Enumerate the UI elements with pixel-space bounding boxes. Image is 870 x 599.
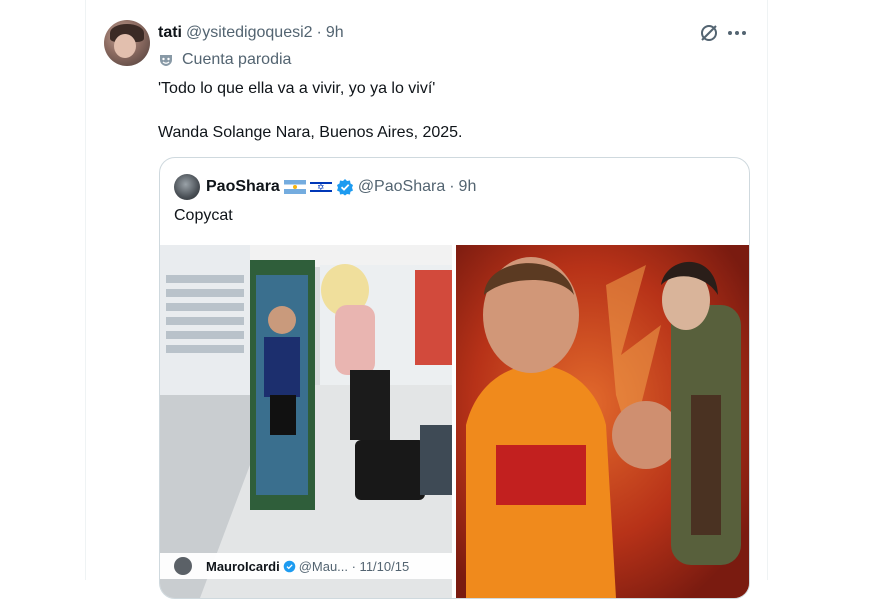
timeline-right-border [767, 0, 768, 580]
verified-badge-icon [336, 179, 353, 196]
parody-mask-icon [160, 55, 172, 66]
tweet-text: 'Todo lo que ella va a vivir, yo ya lo v… [158, 78, 463, 144]
quoted-tweet-text: Copycat [174, 207, 233, 224]
caption-name: MauroIcardi [206, 558, 280, 574]
caption-handle-date: @Mau... · 11/10/15 [298, 558, 410, 574]
media-photo-poster[interactable] [456, 245, 749, 598]
quoted-media-grid: MauroIcardi @Mau... · 11/10/15 [160, 245, 749, 598]
quoted-author-display-name[interactable]: PaoShara [206, 178, 280, 196]
tweet-text-line-1: 'Todo lo que ella va a vivir, yo ya lo v… [158, 80, 436, 97]
quoted-author-avatar[interactable] [174, 174, 200, 200]
tweet-timestamp[interactable]: 9h [326, 24, 344, 42]
author-display-name[interactable]: tati [158, 24, 182, 42]
quoted-author-handle[interactable]: @PaoShara [358, 178, 445, 196]
caption-avatar [174, 557, 192, 575]
tweet-header: tati @ysitedigoquesi2 · 9h [158, 22, 344, 44]
quoted-timestamp[interactable]: 9h [459, 178, 477, 196]
more-options-icon[interactable] [726, 22, 748, 44]
media-caption-bar: MauroIcardi @Mau... · 11/10/15 [160, 553, 452, 579]
quoted-separator-dot: · [449, 178, 455, 195]
author-avatar[interactable] [104, 20, 150, 66]
tweet-text-line-2: Wanda Solange Nara, Buenos Aires, 2025. [158, 124, 463, 141]
author-handle[interactable]: @ysitedigoquesi2 [186, 24, 313, 42]
quoted-tweet[interactable]: PaoShara ✡ @PaoShara · 9h Copycat MauroI… [159, 157, 750, 599]
tweet-card[interactable]: tati @ysitedigoquesi2 · 9h Cuenta parodi… [86, 0, 767, 599]
grok-icon[interactable] [698, 22, 720, 44]
parody-label: Cuenta parodia [158, 49, 291, 71]
separator-dot: · [316, 24, 322, 41]
ellipsis-icon [728, 31, 746, 35]
parody-text: Cuenta parodia [182, 51, 292, 68]
quoted-tweet-header: PaoShara ✡ @PaoShara · 9h [174, 174, 477, 200]
caption-verified-icon [283, 560, 295, 572]
argentina-flag-icon [283, 180, 306, 194]
israel-flag-icon: ✡ [309, 180, 332, 194]
media-photo-store[interactable]: MauroIcardi @Mau... · 11/10/15 [160, 245, 452, 598]
